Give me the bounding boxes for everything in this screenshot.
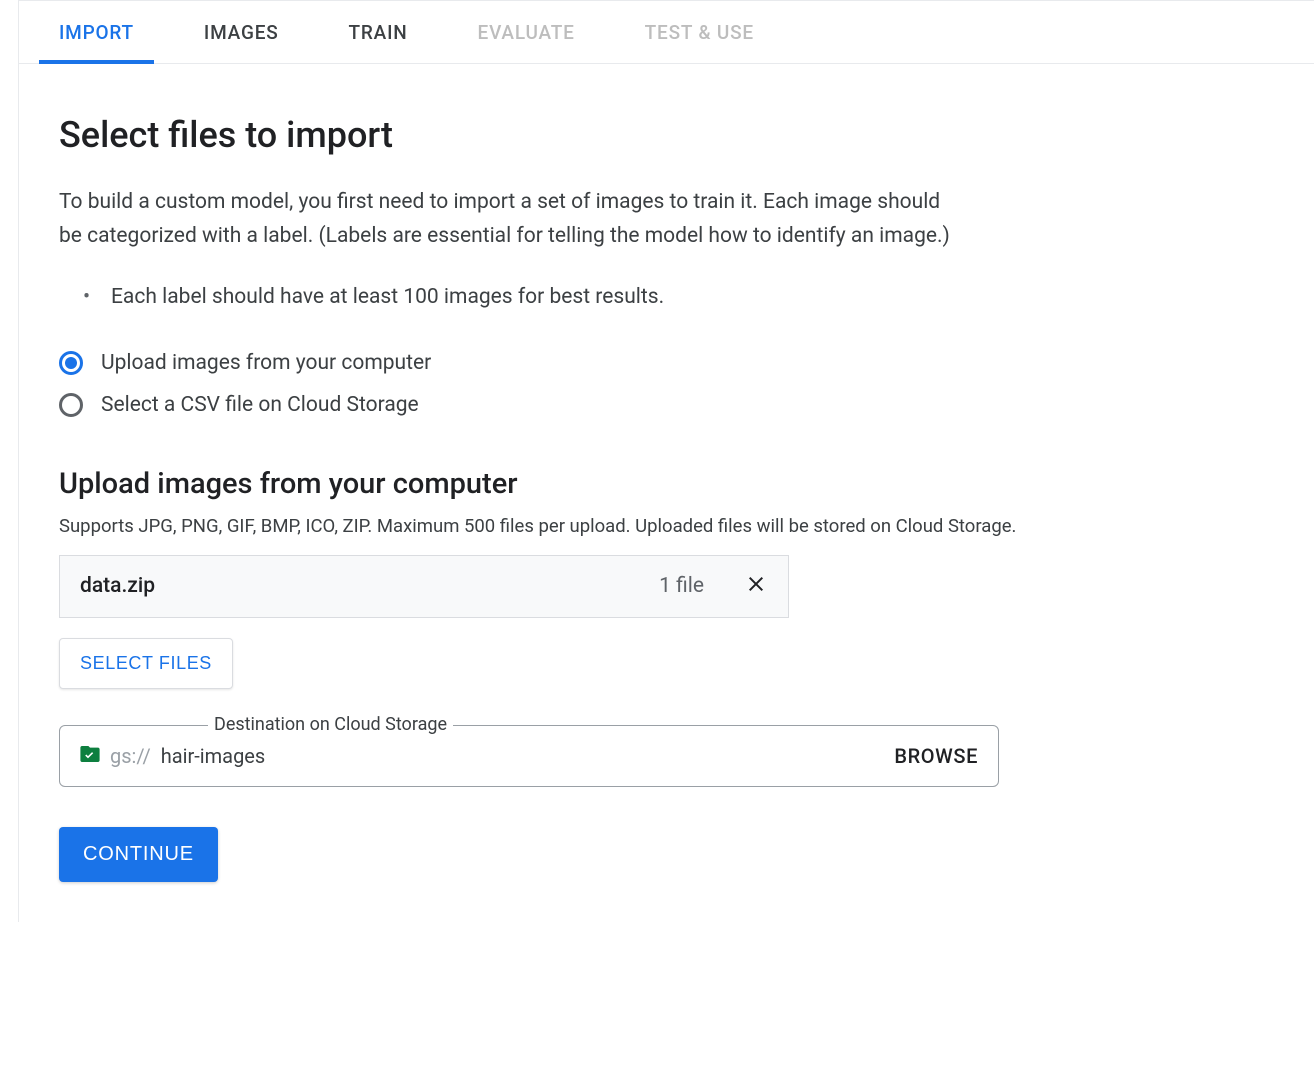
file-count: 1 file bbox=[659, 574, 704, 598]
hint-item: Each label should have at least 100 imag… bbox=[91, 281, 1274, 315]
tab-images[interactable]: IMAGES bbox=[204, 1, 279, 63]
destination-field[interactable]: Destination on Cloud Storage gs:// hair-… bbox=[59, 725, 999, 787]
tab-train[interactable]: TRAIN bbox=[349, 1, 408, 63]
file-name: data.zip bbox=[80, 574, 155, 598]
import-source-radio-group: Upload images from your computer Select … bbox=[59, 351, 1274, 417]
radio-label: Select a CSV file on Cloud Storage bbox=[101, 393, 419, 417]
tab-bar: IMPORT IMAGES TRAIN EVALUATE TEST & USE bbox=[19, 0, 1314, 64]
select-files-button[interactable]: SELECT FILES bbox=[59, 638, 233, 689]
folder-check-icon bbox=[80, 746, 100, 766]
tab-evaluate: EVALUATE bbox=[478, 1, 575, 63]
page-title: Select files to import bbox=[59, 114, 1274, 156]
radio-icon bbox=[59, 351, 83, 375]
close-icon[interactable] bbox=[744, 572, 768, 601]
hint-list: Each label should have at least 100 imag… bbox=[91, 281, 1274, 315]
page-description: To build a custom model, you first need … bbox=[59, 186, 959, 253]
tab-test-use: TEST & USE bbox=[645, 1, 754, 63]
selected-file-row: data.zip 1 file bbox=[59, 555, 789, 618]
destination-legend: Destination on Cloud Storage bbox=[208, 714, 453, 735]
radio-label: Upload images from your computer bbox=[101, 351, 431, 375]
upload-section-title: Upload images from your computer bbox=[59, 467, 1274, 501]
tab-import[interactable]: IMPORT bbox=[59, 1, 134, 63]
gs-prefix: gs:// bbox=[110, 744, 151, 768]
upload-supports-text: Supports JPG, PNG, GIF, BMP, ICO, ZIP. M… bbox=[59, 515, 1274, 537]
browse-button[interactable]: BROWSE bbox=[894, 744, 978, 768]
continue-button[interactable]: CONTINUE bbox=[59, 827, 218, 882]
radio-csv-cloud-storage[interactable]: Select a CSV file on Cloud Storage bbox=[59, 393, 1274, 417]
gs-bucket-value: hair-images bbox=[161, 744, 266, 768]
radio-icon bbox=[59, 393, 83, 417]
radio-upload-computer[interactable]: Upload images from your computer bbox=[59, 351, 1274, 375]
